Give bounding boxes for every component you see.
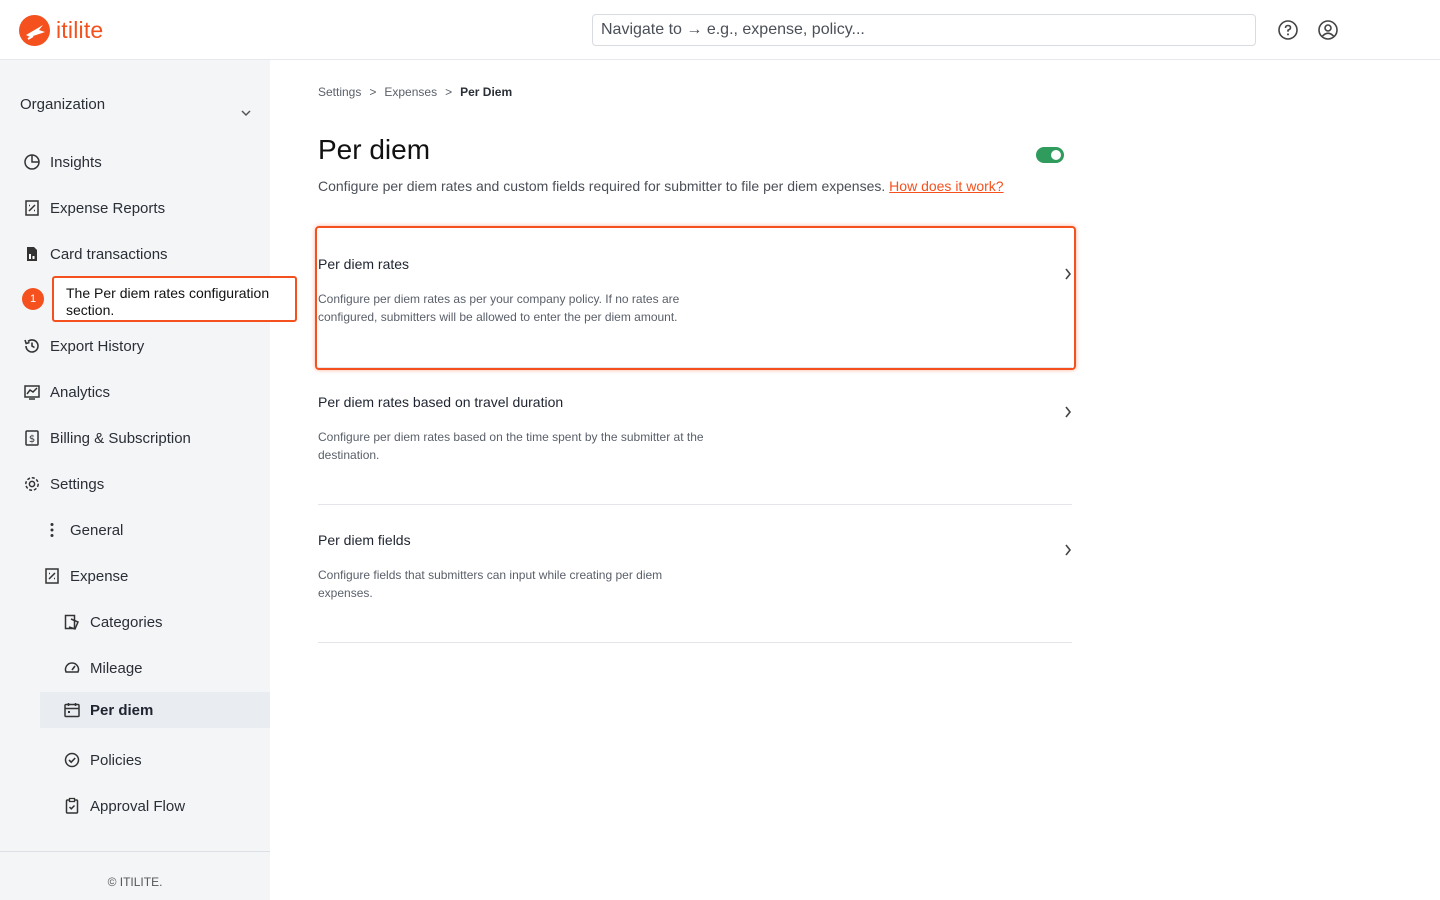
receipt-icon xyxy=(42,566,62,586)
sidebar-item-expense-reports[interactable]: Expense Reports xyxy=(22,190,165,226)
sidebar-item-mileage[interactable]: Mileage xyxy=(62,650,143,686)
logo-text: itilite xyxy=(56,17,104,43)
receipt-icon xyxy=(22,198,42,218)
calendar-icon xyxy=(62,700,82,720)
breadcrumb-current: Per Diem xyxy=(460,85,513,99)
card-description: Configure per diem rates based on the ti… xyxy=(318,430,704,462)
breadcrumb: Settings > Expenses > Per Diem xyxy=(318,85,512,99)
billing-icon: $ xyxy=(22,428,42,448)
sidebar-item-label: Mileage xyxy=(90,659,143,677)
gear-icon xyxy=(22,474,42,494)
sidebar-item-label: Approval Flow xyxy=(90,797,186,815)
sidebar-item-label: Categories xyxy=(90,613,163,631)
sidebar-item-label: Per diem xyxy=(90,701,154,719)
sidebar-item-analytics[interactable]: Analytics xyxy=(22,374,110,410)
sidebar-item-general[interactable]: General xyxy=(42,512,123,548)
how-does-it-work-link[interactable]: How does it work? xyxy=(889,178,1003,194)
sidebar-item-label: Expense xyxy=(70,567,129,585)
description-text: Configure per diem rates and custom fiel… xyxy=(318,178,886,194)
card-per-diem-fields[interactable]: Per diem fields Configure fields that su… xyxy=(318,505,1072,643)
sidebar-item-label: Insights xyxy=(50,153,102,171)
breadcrumb-separator: > xyxy=(369,85,377,99)
gauge-icon xyxy=(62,658,82,678)
sidebar-item-label: Policies xyxy=(90,751,142,769)
check-circle-icon xyxy=(62,750,82,770)
breadcrumb-expenses[interactable]: Expenses xyxy=(384,85,437,99)
navigate-search-input[interactable] xyxy=(592,14,1256,46)
sidebar-footer: © ITILITE. xyxy=(0,851,270,900)
sidebar-item-billing[interactable]: $ Billing & Subscription xyxy=(22,420,191,456)
analytics-icon xyxy=(22,382,42,402)
dots-vertical-icon xyxy=(42,520,62,540)
sidebar-item-label: Billing & Subscription xyxy=(50,429,191,447)
annotation-tooltip: The Per diem rates configuration section… xyxy=(52,276,297,322)
sidebar-item-label: Analytics xyxy=(50,383,111,401)
breadcrumb-settings[interactable]: Settings xyxy=(318,85,361,99)
step-badge: 1 xyxy=(22,288,44,310)
history-icon xyxy=(22,336,42,356)
plane-logo-icon xyxy=(19,15,50,46)
card-per-diem-travel-duration[interactable]: Per diem rates based on travel duration … xyxy=(318,368,1072,505)
help-icon[interactable] xyxy=(1277,19,1299,41)
sidebar-item-label: Settings xyxy=(50,475,105,493)
highlight-box xyxy=(315,226,1076,370)
svg-text:$: $ xyxy=(29,434,35,445)
sidebar-item-label: Expense Reports xyxy=(50,199,166,217)
clipboard-check-icon xyxy=(62,796,82,816)
user-profile-icon[interactable] xyxy=(1317,19,1339,41)
card-doc-icon xyxy=(22,244,42,264)
sidebar-item-label: Export History xyxy=(50,337,145,355)
chevron-right-icon xyxy=(1064,543,1072,561)
categories-icon xyxy=(62,612,82,632)
page-description: Configure per diem rates and custom fiel… xyxy=(318,178,1004,194)
chevron-right-icon xyxy=(1064,405,1072,423)
card-description: Configure fields that submitters can inp… xyxy=(318,568,663,600)
breadcrumb-separator: > xyxy=(445,85,453,99)
card-title: Per diem fields xyxy=(318,532,411,548)
sidebar-item-categories[interactable]: Categories xyxy=(62,604,163,640)
sidebar-item-per-diem[interactable]: Per diem xyxy=(40,692,270,728)
page-title: Per diem xyxy=(318,134,431,165)
sidebar-item-approval-flow[interactable]: Approval Flow xyxy=(62,788,185,824)
sidebar-item-card-transactions[interactable]: Card transactions xyxy=(22,236,168,272)
pie-chart-icon xyxy=(22,152,42,172)
top-bar: itilite xyxy=(0,0,1440,60)
sidebar-item-export-history[interactable]: Export History xyxy=(22,328,144,364)
card-title: Per diem rates based on travel duration xyxy=(318,394,564,410)
per-diem-enable-toggle[interactable] xyxy=(1036,147,1064,163)
organization-dropdown[interactable]: Organization xyxy=(20,96,260,118)
sidebar-item-label: General xyxy=(70,521,124,539)
itilite-logo[interactable]: itilite xyxy=(19,15,103,46)
sidebar-item-settings[interactable]: Settings xyxy=(22,466,104,502)
chevron-down-icon[interactable] xyxy=(240,104,252,122)
sidebar-item-policies[interactable]: Policies xyxy=(62,742,142,778)
sidebar-item-label: Card transactions xyxy=(50,245,168,263)
sidebar-item-insights[interactable]: Insights xyxy=(22,144,102,180)
sidebar-item-expense[interactable]: Expense xyxy=(42,558,128,594)
